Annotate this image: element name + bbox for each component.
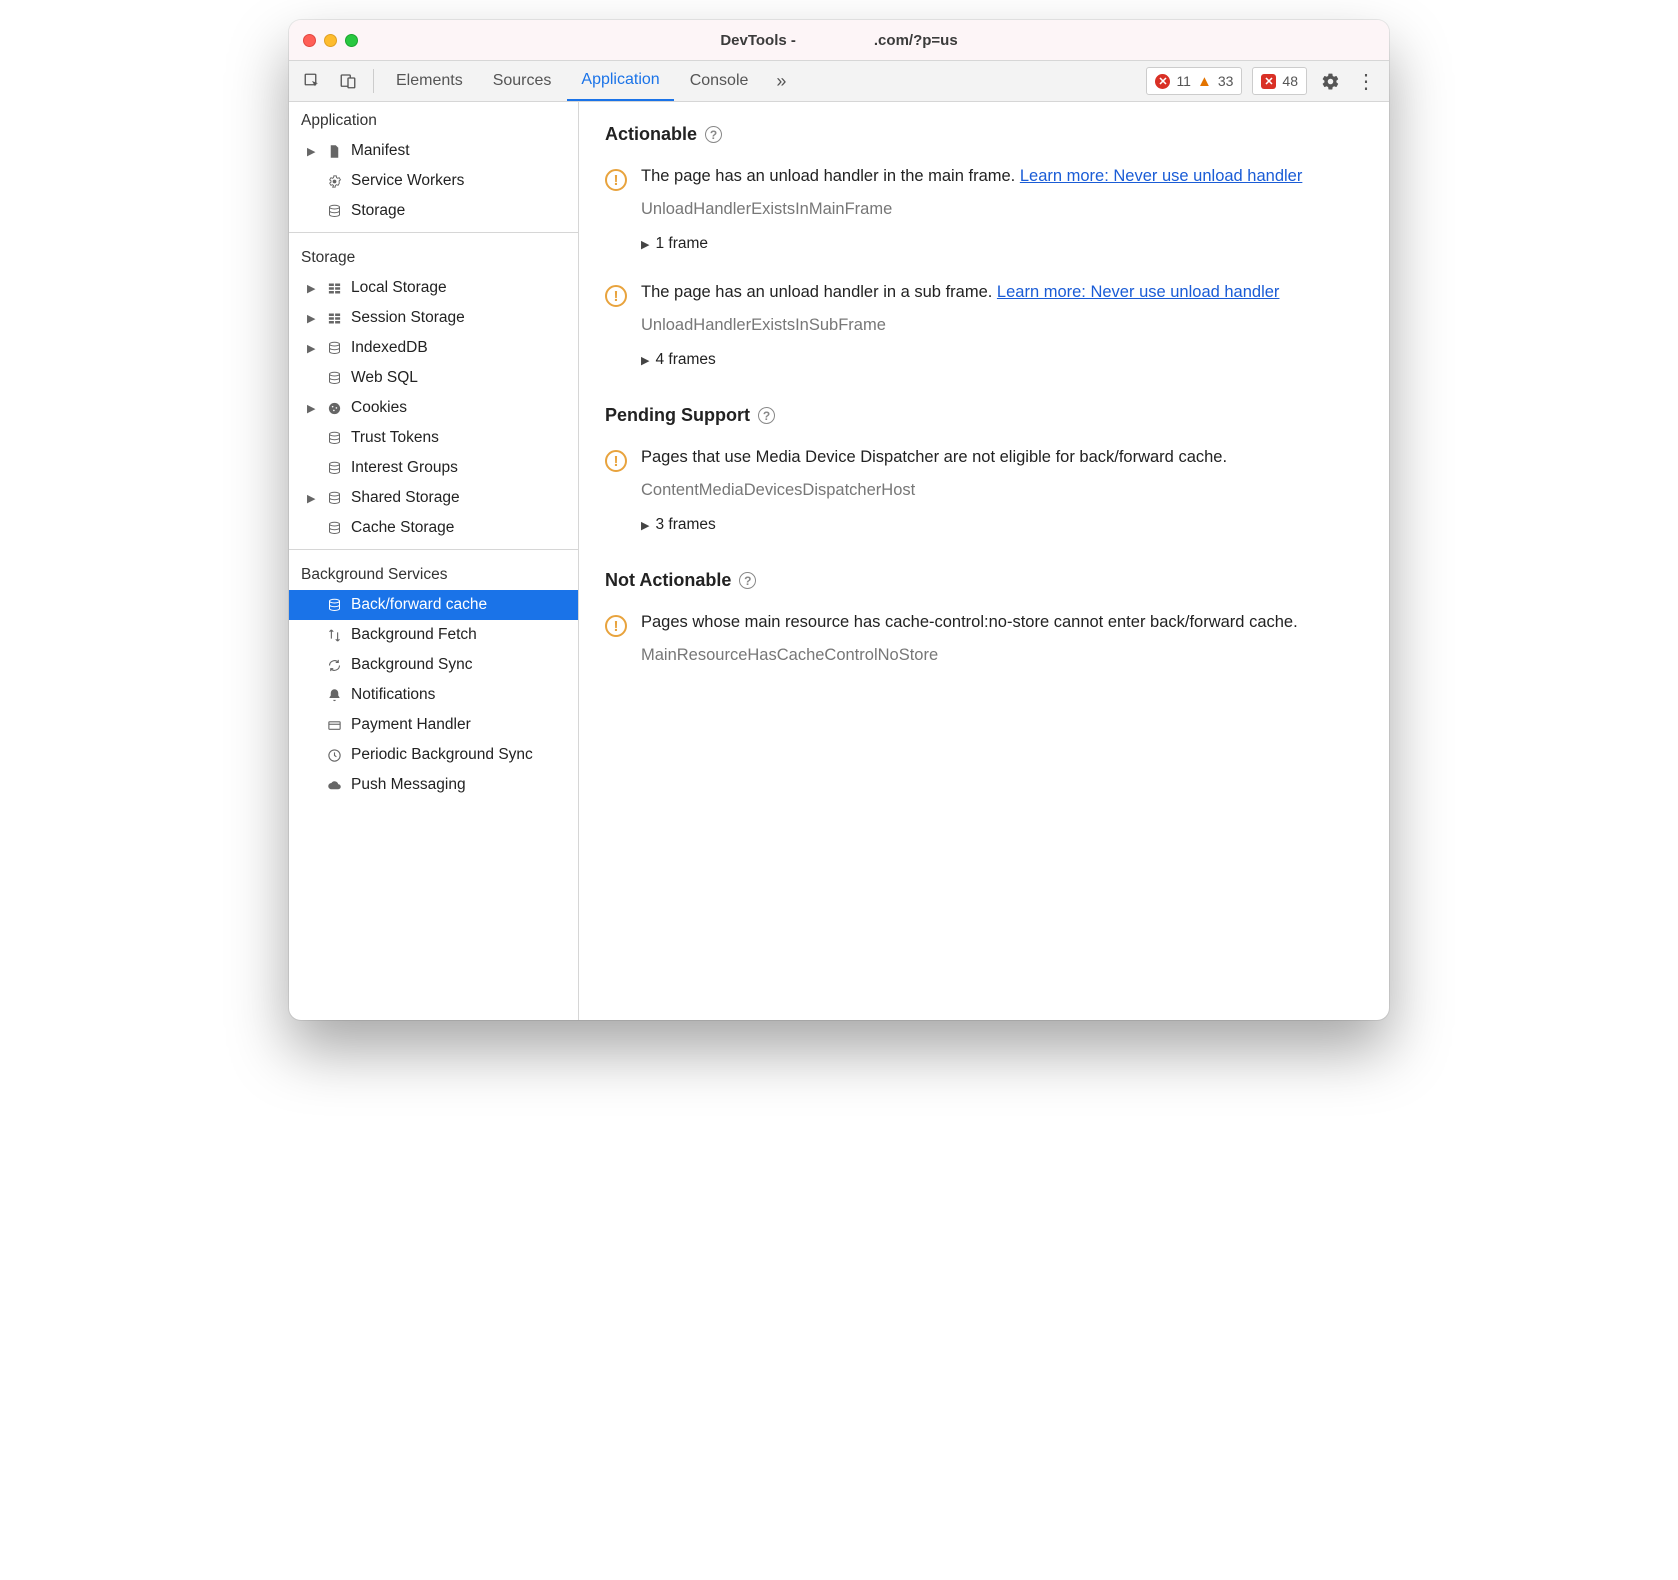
database-icon <box>325 461 343 476</box>
devtools-window: DevTools - .com/?p=us Elements Sources A… <box>289 20 1389 1020</box>
tab-elements[interactable]: Elements <box>382 61 477 101</box>
group-not-actionable: Not Actionable? <box>605 570 1363 591</box>
database-icon <box>325 371 343 386</box>
inspect-element-button[interactable] <box>295 61 329 101</box>
sidebar-storage[interactable]: Storage <box>289 196 578 226</box>
sidebar-cookies[interactable]: ▶Cookies <box>289 393 578 423</box>
issue-message: Pages whose main resource has cache-cont… <box>641 613 1298 631</box>
database-icon <box>325 204 343 219</box>
warning-icon: ▲ <box>1197 73 1212 90</box>
warning-icon: ! <box>605 450 627 472</box>
kebab-menu-button[interactable]: ⋮ <box>1349 61 1383 101</box>
sidebar-websql[interactable]: Web SQL <box>289 363 578 393</box>
issue-media-dispatcher: ! Pages that use Media Device Dispatcher… <box>605 448 1363 562</box>
database-icon <box>325 521 343 536</box>
device-toolbar-button[interactable] <box>331 61 365 101</box>
file-icon <box>325 144 343 159</box>
issue-message: The page has an unload handler in a sub … <box>641 283 997 301</box>
frames-disclosure[interactable]: ▶1 frame <box>641 235 1363 253</box>
learn-more-link[interactable]: Learn more: Never use unload handler <box>997 283 1280 301</box>
frames-disclosure[interactable]: ▶3 frames <box>641 516 1363 534</box>
sidebar-background-sync[interactable]: Background Sync <box>289 650 578 680</box>
issue-code: ContentMediaDevicesDispatcherHost <box>641 481 1363 500</box>
sidebar-push-messaging[interactable]: Push Messaging <box>289 770 578 800</box>
chevron-right-icon: ▶ <box>641 354 649 367</box>
warning-icon: ! <box>605 285 627 307</box>
error-icon: ✕ <box>1155 74 1170 89</box>
sidebar-local-storage[interactable]: ▶Local Storage <box>289 273 578 303</box>
bfcache-panel: Actionable? ! The page has an unload han… <box>579 102 1389 1020</box>
section-storage-title: Storage <box>289 239 578 273</box>
issue-code: MainResourceHasCacheControlNoStore <box>641 646 1363 665</box>
warning-count: 33 <box>1218 73 1234 89</box>
clock-icon <box>325 748 343 763</box>
section-background-title: Background Services <box>289 556 578 590</box>
issue-code: UnloadHandlerExistsInSubFrame <box>641 316 1363 335</box>
database-icon <box>325 598 343 613</box>
gear-icon <box>325 174 343 189</box>
group-actionable: Actionable? <box>605 124 1363 145</box>
console-status-badge[interactable]: ✕ 11 ▲ 33 <box>1146 67 1242 95</box>
sidebar-indexeddb[interactable]: ▶IndexedDB <box>289 333 578 363</box>
database-icon <box>325 431 343 446</box>
issue-no-store: ! Pages whose main resource has cache-co… <box>605 613 1363 681</box>
issue-unload-main: ! The page has an unload handler in the … <box>605 167 1363 281</box>
window-title: DevTools - .com/?p=us <box>289 32 1389 49</box>
table-icon <box>325 281 343 296</box>
database-icon <box>325 341 343 356</box>
table-icon <box>325 311 343 326</box>
sync-icon <box>325 658 343 673</box>
sidebar-payment-handler[interactable]: Payment Handler <box>289 710 578 740</box>
devtools-toolbar: Elements Sources Application Console » ✕… <box>289 60 1389 102</box>
more-tabs-button[interactable]: » <box>764 61 798 101</box>
cookie-icon <box>325 401 343 416</box>
chevron-right-icon: ▶ <box>641 238 649 251</box>
issue-message: Pages that use Media Device Dispatcher a… <box>641 448 1227 466</box>
frames-disclosure[interactable]: ▶4 frames <box>641 351 1363 369</box>
application-sidebar: Application ▶Manifest Service Workers St… <box>289 102 579 1020</box>
credit-card-icon <box>325 718 343 733</box>
group-pending: Pending Support? <box>605 405 1363 426</box>
help-icon[interactable]: ? <box>705 126 722 143</box>
settings-button[interactable] <box>1313 61 1347 101</box>
sidebar-service-workers[interactable]: Service Workers <box>289 166 578 196</box>
tab-console[interactable]: Console <box>676 61 763 101</box>
warning-icon: ! <box>605 169 627 191</box>
section-application-title: Application <box>289 102 578 136</box>
database-icon <box>325 491 343 506</box>
sidebar-notifications[interactable]: Notifications <box>289 680 578 710</box>
issue-unload-sub: ! The page has an unload handler in a su… <box>605 283 1363 397</box>
transfer-icon <box>325 628 343 643</box>
bell-icon <box>325 688 343 703</box>
cloud-icon <box>325 778 343 793</box>
warning-icon: ! <box>605 615 627 637</box>
issues-badge[interactable]: ✕ 48 <box>1252 67 1307 95</box>
sidebar-background-fetch[interactable]: Background Fetch <box>289 620 578 650</box>
learn-more-link[interactable]: Learn more: Never use unload handler <box>1020 167 1303 185</box>
tab-sources[interactable]: Sources <box>479 61 566 101</box>
chevron-right-icon: ▶ <box>641 519 649 532</box>
titlebar: DevTools - .com/?p=us <box>289 20 1389 60</box>
help-icon[interactable]: ? <box>739 572 756 589</box>
issues-count: 48 <box>1282 73 1298 89</box>
issue-code: UnloadHandlerExistsInMainFrame <box>641 200 1363 219</box>
issue-message: The page has an unload handler in the ma… <box>641 167 1020 185</box>
help-icon[interactable]: ? <box>758 407 775 424</box>
sidebar-bfcache[interactable]: Back/forward cache <box>289 590 578 620</box>
sidebar-shared-storage[interactable]: ▶Shared Storage <box>289 483 578 513</box>
tab-application[interactable]: Application <box>567 61 673 101</box>
sidebar-periodic-sync[interactable]: Periodic Background Sync <box>289 740 578 770</box>
sidebar-trust-tokens[interactable]: Trust Tokens <box>289 423 578 453</box>
issues-icon: ✕ <box>1261 74 1276 89</box>
sidebar-session-storage[interactable]: ▶Session Storage <box>289 303 578 333</box>
title-prefix: DevTools - <box>720 32 796 49</box>
sidebar-interest-groups[interactable]: Interest Groups <box>289 453 578 483</box>
sidebar-manifest[interactable]: ▶Manifest <box>289 136 578 166</box>
sidebar-cache-storage[interactable]: Cache Storage <box>289 513 578 543</box>
error-count: 11 <box>1176 73 1191 89</box>
title-suffix: .com/?p=us <box>874 32 958 49</box>
